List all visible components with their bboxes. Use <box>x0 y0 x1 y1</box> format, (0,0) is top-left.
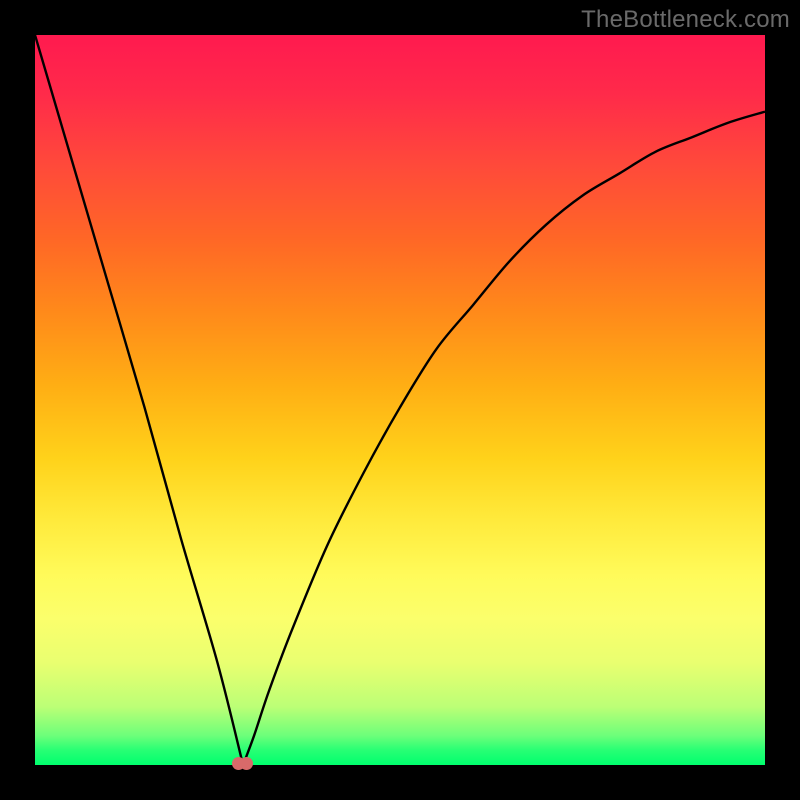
watermark-text: TheBottleneck.com <box>581 6 790 34</box>
minimum-marker-dot <box>240 757 253 770</box>
bottleneck-curve <box>35 35 765 765</box>
plot-area <box>35 35 765 765</box>
outer-frame: TheBottleneck.com <box>0 0 800 800</box>
curve-path <box>35 35 765 765</box>
